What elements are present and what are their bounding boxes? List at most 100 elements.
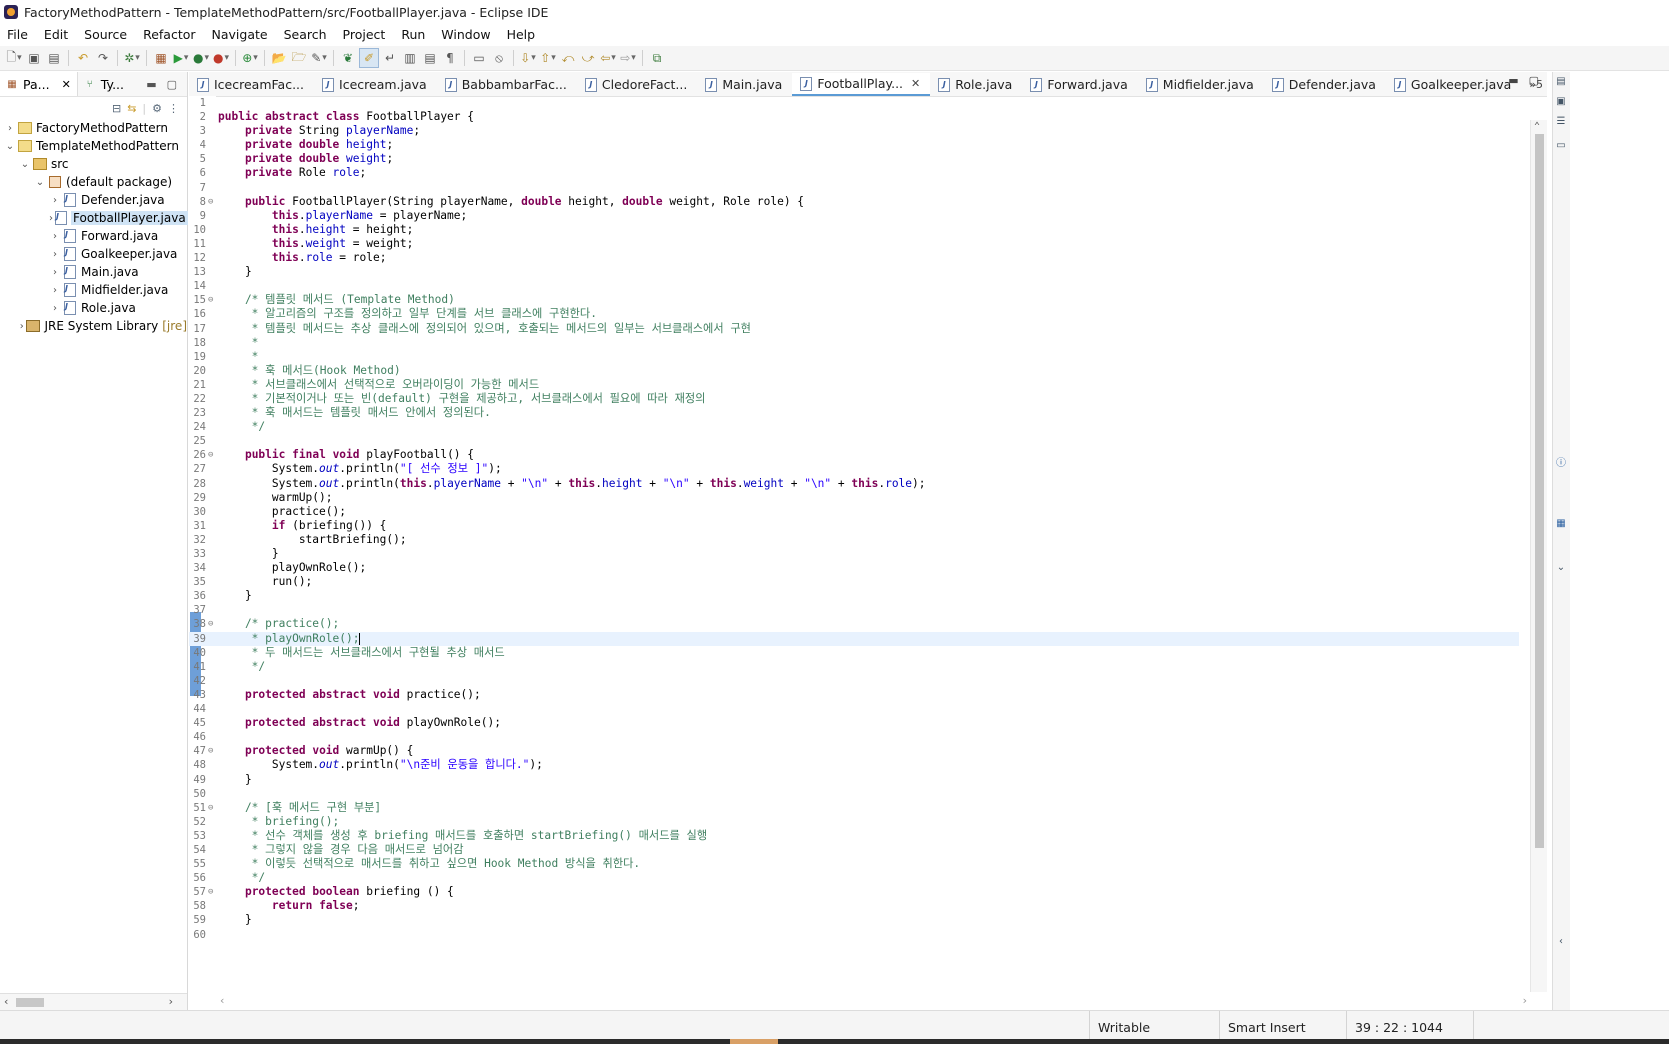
code-line[interactable]: 18 * — [189, 336, 1519, 350]
code-line[interactable]: 39 * playOwnRole(); — [189, 631, 1519, 646]
code-line[interactable]: 22 * 기본적이거나 또는 빈(default) 구현을 제공하고, 서브클래… — [189, 392, 1519, 406]
vertical-scrollbar[interactable]: ⌃ ⌄ — [1530, 120, 1547, 992]
code-line[interactable]: 60 — [189, 928, 1519, 942]
maximize-icon[interactable]: ▢ — [167, 78, 177, 91]
code-line[interactable]: 35 run(); — [189, 575, 1519, 589]
minimize-icon[interactable]: ▬ — [146, 78, 156, 91]
editor-tab[interactable]: J Icecream.java — [314, 73, 437, 96]
code-line[interactable]: 24 */ — [189, 420, 1519, 434]
menu-project[interactable]: Project — [336, 27, 395, 42]
tree-item[interactable]: › JRE System Library [jre] — [0, 317, 187, 335]
editor-tab[interactable]: J Midfielder.java — [1138, 73, 1264, 96]
toggle-word-wrap-icon[interactable]: ↵ — [381, 49, 399, 67]
editor-tab[interactable]: J Main.java — [697, 73, 792, 96]
code-line[interactable]: 14 — [189, 279, 1519, 293]
chevron-right-icon[interactable]: › — [49, 249, 61, 260]
tree-item[interactable]: › J Forward.java — [0, 227, 187, 245]
code-line[interactable]: 15 ⊖ /* 템플릿 메서드 (Template Method) — [189, 293, 1519, 307]
forward-icon[interactable]: ⇨ — [619, 49, 637, 67]
view-menu-icon[interactable]: ⋮ — [168, 102, 179, 115]
code-line[interactable]: 54 * 그렇지 않을 경우 다음 매서드로 넘어감 — [189, 843, 1519, 857]
scroll-left-icon[interactable]: ‹ — [220, 994, 224, 1007]
code-line[interactable]: 20 * 훅 메서드(Hook Method) — [189, 364, 1519, 378]
code-line[interactable]: 51 ⊖ /* [훅 메서드 구현 부분] — [189, 801, 1519, 815]
toggle-breadcrumb-icon[interactable]: ▤ — [421, 49, 439, 67]
code-line[interactable]: 21 * 서브클래스에서 선택적으로 오버라이딩이 가능한 메서드 — [189, 378, 1519, 392]
code-line[interactable]: 10 this.height = height; — [189, 223, 1519, 237]
code-line[interactable]: 45 protected abstract void playOwnRole()… — [189, 716, 1519, 730]
outline-icon[interactable]: ▤ — [1555, 76, 1567, 88]
search-icon[interactable]: ✎ — [310, 49, 328, 67]
code-line[interactable]: 53 * 선수 객체를 생성 후 briefing 매서드를 호출하면 star… — [189, 829, 1519, 843]
chevron-down-icon[interactable]: ⌄ — [4, 141, 16, 152]
code-line[interactable]: 32 startBriefing(); — [189, 533, 1519, 547]
editor-tab[interactable]: J CledoreFact... — [577, 73, 697, 96]
fold-toggle-icon[interactable]: ⊖ — [208, 293, 213, 307]
minimize-icon[interactable]: ▬ — [1508, 74, 1518, 87]
code-line[interactable]: 47 ⊖ protected void warmUp() { — [189, 744, 1519, 758]
save-icon[interactable]: ▣ — [25, 49, 43, 67]
code-line[interactable]: 34 playOwnRole(); — [189, 561, 1519, 575]
scroll-left-icon[interactable]: ‹ — [4, 995, 8, 1008]
open-type-icon[interactable]: 📂 — [270, 49, 288, 67]
chevron-down-icon[interactable]: ⌄ — [34, 177, 46, 188]
block-selection-icon[interactable]: ▥ — [401, 49, 419, 67]
code-line[interactable]: 1 — [189, 96, 1519, 110]
package-icon[interactable]: ▦ — [152, 49, 170, 67]
chevron-left-icon[interactable]: ‹ — [1555, 936, 1567, 948]
close-icon[interactable]: ✕ — [911, 77, 920, 90]
code-line[interactable]: 46 — [189, 730, 1519, 744]
code-line[interactable]: 26 ⊖ public final void playFootball() { — [189, 448, 1519, 462]
code-line[interactable]: 4 private double height; — [189, 138, 1519, 152]
maximize-icon[interactable]: ▢ — [1529, 74, 1539, 87]
undo-icon[interactable]: ↶ — [74, 49, 92, 67]
tree-item[interactable]: ⌄ TemplateMethodPattern — [0, 137, 187, 155]
chevron-right-icon[interactable]: › — [49, 213, 53, 224]
open-perspective-icon[interactable]: ⧉ — [648, 49, 666, 67]
fold-toggle-icon[interactable]: ⊖ — [208, 744, 213, 758]
fold-toggle-icon[interactable]: ⊖ — [208, 448, 213, 462]
chevron-right-icon[interactable]: › — [49, 267, 61, 278]
horizontal-scrollbar[interactable]: ‹ › — [0, 993, 187, 1010]
new-java-project-icon[interactable]: ⊕ — [241, 49, 259, 67]
code-line[interactable]: 27 System.out.println("[ 선수 정보 ]"); — [189, 462, 1519, 476]
coverage-icon[interactable]: ● — [192, 49, 210, 67]
redo-icon[interactable]: ↷ — [94, 49, 112, 67]
console-icon[interactable]: ▦ — [1555, 518, 1567, 530]
tree-item[interactable]: › J Main.java — [0, 263, 187, 281]
chevron-right-icon[interactable]: › — [19, 321, 24, 332]
code-line[interactable]: 25 — [189, 434, 1519, 448]
console-icon[interactable]: ▭ — [470, 49, 488, 67]
chevron-right-icon[interactable]: › — [49, 303, 61, 314]
last-edit-location-icon[interactable]: ⤺ — [559, 49, 577, 67]
chevron-right-icon[interactable]: › — [4, 123, 16, 134]
problems-icon[interactable]: ☰ — [1555, 116, 1567, 128]
collapse-all-icon[interactable]: ⊟ — [112, 102, 121, 115]
editor-tab-active[interactable]: J FootballPlay... ✕ — [792, 73, 931, 96]
code-line[interactable]: 28 System.out.println(this.playerName + … — [189, 477, 1519, 491]
save-all-icon[interactable]: ▤ — [45, 49, 63, 67]
code-line[interactable]: 16 * 알고리즘의 구조를 정의하고 일부 단계를 서브 클래스에 구현한다. — [189, 307, 1519, 321]
tree-item[interactable]: › J Midfielder.java — [0, 281, 187, 299]
back-icon[interactable]: ⇦ — [599, 49, 617, 67]
code-line[interactable]: 55 * 이렇듯 선택적으로 매서드를 취하고 싶으면 Hook Method … — [189, 857, 1519, 871]
close-icon[interactable]: ✕ — [62, 78, 71, 91]
run-icon[interactable]: ▶ — [172, 49, 190, 67]
editor-tab[interactable]: J IcecreamFac... — [189, 73, 314, 96]
code-line[interactable]: 59 } — [189, 913, 1519, 927]
show-whitespace-icon[interactable]: ¶ — [441, 49, 459, 67]
code-line[interactable]: 23 * 훅 매서드는 템플릿 매서드 안에서 정의된다. — [189, 406, 1519, 420]
tab-type-hierarchy[interactable]: ⑂ Ty... — [78, 72, 130, 96]
fold-toggle-icon[interactable]: ⊖ — [208, 195, 213, 209]
code-line[interactable]: 33 } — [189, 547, 1519, 561]
code-line[interactable]: 50 — [189, 787, 1519, 801]
menu-source[interactable]: Source — [77, 27, 136, 42]
code-line[interactable]: 48 System.out.println("\n준비 운동을 합니다."); — [189, 758, 1519, 772]
code-line[interactable]: 6 private Role role; — [189, 166, 1519, 180]
skip-breakpoints-icon[interactable]: ⦸ — [490, 49, 508, 67]
menu-refactor[interactable]: Refactor — [136, 27, 204, 42]
tree-item[interactable]: › J Goalkeeper.java — [0, 245, 187, 263]
forward-edit-icon[interactable]: ⤻ — [579, 49, 597, 67]
code-line[interactable]: 8 ⊖ public FootballPlayer(String playerNa… — [189, 195, 1519, 209]
editor-horizontal-scrollbar[interactable]: ‹ › — [216, 992, 1531, 1010]
